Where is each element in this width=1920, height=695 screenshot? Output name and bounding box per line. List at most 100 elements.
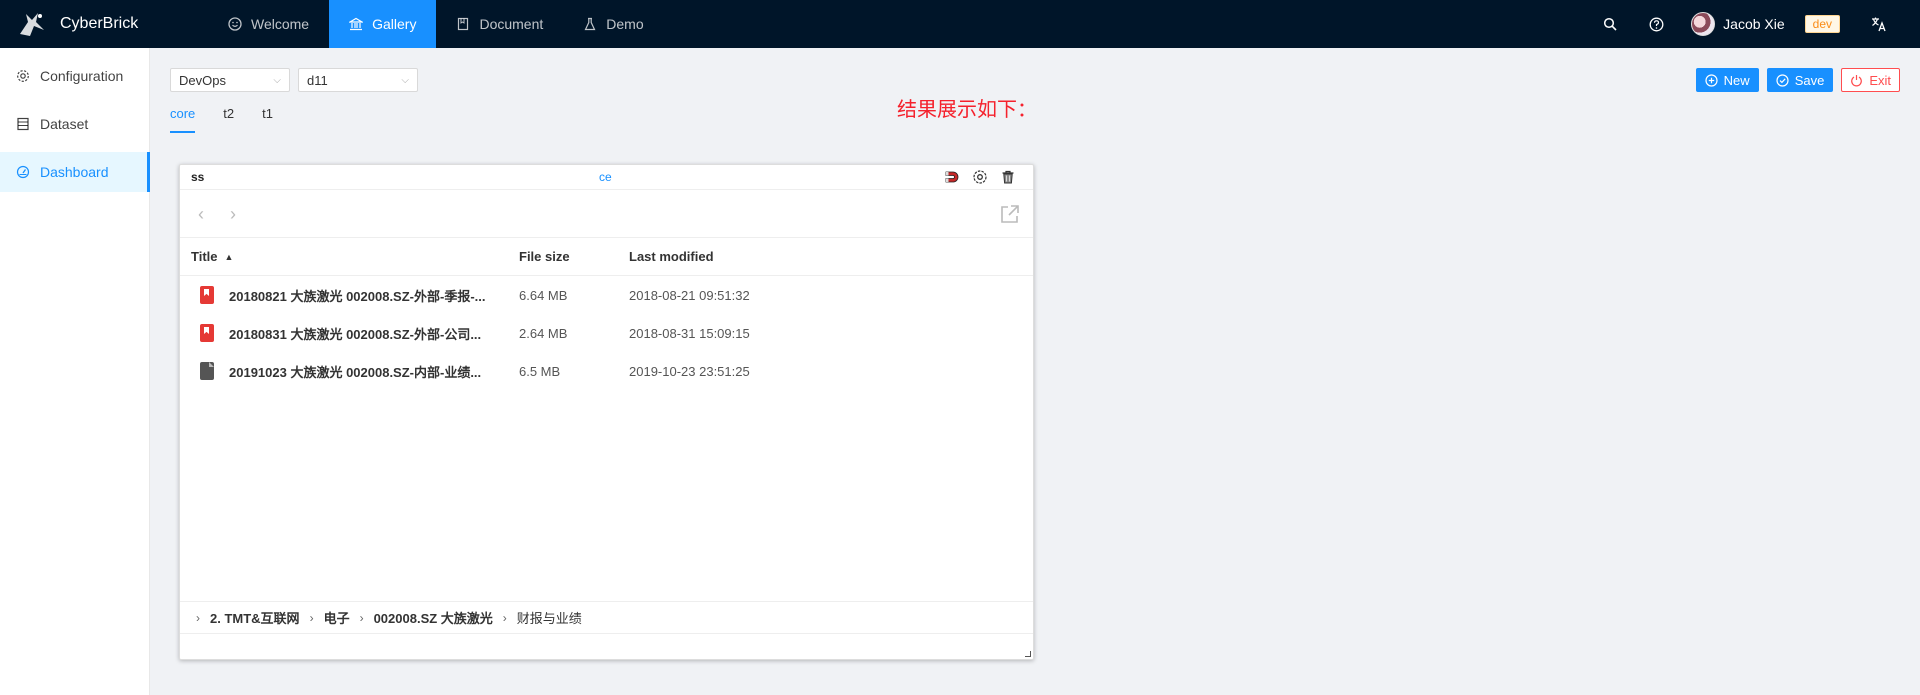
main-content: DevOps ⌵ d11 ⌵ core t2 t1 结果展示如下： New Sa… [151,48,1920,695]
dashboard-tabs: core t2 t1 [170,106,301,133]
table-row[interactable]: 20180831 大族激光 002008.SZ-外部-公司... 2.64 MB… [180,314,1033,352]
sidebar-item-dashboard[interactable]: Dashboard [0,152,150,192]
sidebar: Configuration Dataset Dashboard [0,48,150,695]
sidebar-item-label: Configuration [40,68,124,84]
smile-icon [228,17,242,31]
nav-gallery-label: Gallery [372,16,417,32]
app-name: CyberBrick [60,15,139,32]
panel-controls [933,168,1017,186]
flask-icon [584,17,596,31]
file-modified: 2018-08-31 15:09:15 [629,325,750,341]
plus-circle-icon [1705,73,1718,87]
file-title: 20191023 大族激光 002008.SZ-内部-业绩... [229,364,482,380]
dashboard-select-value: d11 [307,72,328,88]
category-select[interactable]: DevOps ⌵ [170,68,290,92]
database-icon [17,117,29,131]
chevron-right-icon[interactable]: › [196,611,200,625]
exit-button[interactable]: Exit [1841,68,1900,92]
settings-icon[interactable] [971,168,989,186]
nav-gallery[interactable]: Gallery [329,0,437,48]
sort-asc-icon: ▲ [224,251,234,262]
avatar [1691,12,1716,36]
file-title: 20180831 大族激光 002008.SZ-外部-公司... [229,326,482,342]
category-select-value: DevOps [179,72,226,88]
row-title-cell: 20180821 大族激光 002008.SZ-外部-季报-... [180,286,519,305]
file-size: 6.5 MB [519,363,561,379]
resize-handle[interactable] [1025,651,1031,657]
panel-center-label[interactable]: ce [599,170,612,184]
dashboard-icon [16,165,30,179]
file-title: 20180821 大族激光 002008.SZ-外部-季报-... [229,288,486,304]
row-title-cell: 20180831 大族激光 002008.SZ-外部-公司... [180,324,519,343]
file-modified: 2019-10-23 23:51:25 [629,363,750,379]
top-bar: CyberBrick Welcome Gallery Document Demo… [0,0,1920,48]
user-menu[interactable]: Jacob Xie [1679,0,1796,48]
pdf-file-icon [200,324,214,342]
translate-icon[interactable] [1856,0,1902,48]
nav-welcome[interactable]: Welcome [208,0,329,48]
file-size: 6.64 MB [519,287,568,303]
chevron-right-icon: › [309,610,314,625]
power-icon [1851,74,1863,86]
exit-button-label: Exit [1869,72,1891,88]
nav-document-label: Document [479,16,544,32]
document-file-icon [200,362,214,380]
table-row[interactable]: 20191023 大族激光 002008.SZ-内部-业绩... 6.5 MB … [180,352,1033,390]
column-size[interactable]: File size [519,249,629,264]
column-title[interactable]: Title ▲ [180,249,519,264]
panel-title: ss [191,170,205,184]
tab-t1[interactable]: t1 [262,106,273,133]
top-nav: Welcome Gallery Document Demo [208,0,664,48]
bank-icon [349,17,364,31]
pdf-file-icon [200,286,214,304]
breadcrumb-item[interactable]: 002008.SZ 大族激光 [374,608,493,627]
search-icon[interactable] [1587,0,1633,48]
nav-demo-label: Demo [606,16,644,32]
nav-demo[interactable]: Demo [563,0,663,48]
nav-welcome-label: Welcome [251,16,310,32]
nav-document[interactable]: Document [436,0,563,48]
sidebar-item-label: Dashboard [40,164,109,180]
panel-header: ss ce [180,165,1033,190]
breadcrumb-item[interactable]: 2. TMT&互联网 [210,608,300,627]
breadcrumb-item[interactable]: 财报与业绩 [517,608,582,627]
file-nav-row: ‹ › [180,190,1033,238]
magnet-icon[interactable] [943,168,961,186]
new-button-label: New [1723,72,1750,88]
column-title-label: Title [191,249,218,264]
breadcrumb: › 2. TMT&互联网 › 电子 › 002008.SZ 大族激光 › 财报与… [180,601,1033,634]
env-badge: dev [1804,15,1840,33]
external-link-icon[interactable] [999,203,1021,228]
result-note: 结果展示如下： [897,97,1037,121]
gear-icon [17,70,29,82]
top-right: Jacob Xie dev [1587,0,1920,48]
new-button[interactable]: New [1695,68,1759,92]
book-icon [458,17,469,31]
check-circle-icon [1776,73,1789,87]
column-modified[interactable]: Last modified [629,249,929,264]
sidebar-item-label: Dataset [40,116,89,132]
logo-icon [20,13,44,36]
table-row[interactable]: 20180821 大族激光 002008.SZ-外部-季报-... 6.64 M… [180,276,1033,314]
help-icon[interactable] [1633,0,1679,48]
chevron-right-icon: › [359,610,364,625]
sidebar-item-configuration[interactable]: Configuration [0,56,149,96]
back-icon[interactable]: ‹ [198,204,204,225]
dashboard-select[interactable]: d11 ⌵ [298,68,418,92]
save-button-label: Save [1794,72,1825,88]
forward-icon[interactable]: › [230,204,236,225]
tab-core[interactable]: core [170,106,196,133]
sidebar-item-dataset[interactable]: Dataset [0,104,149,144]
tab-t2[interactable]: t2 [223,106,234,133]
chevron-down-icon: ⌵ [401,74,409,86]
breadcrumb-item[interactable]: 电子 [324,608,350,627]
chevron-down-icon: ⌵ [273,74,281,86]
row-title-cell: 20191023 大族激光 002008.SZ-内部-业绩... [180,362,519,381]
save-button[interactable]: Save [1766,68,1834,92]
user-name: Jacob Xie [1723,16,1785,32]
trash-icon[interactable] [999,168,1017,186]
toolbar-actions: New Save Exit [1688,68,1900,92]
file-modified: 2018-08-21 09:51:32 [629,287,750,303]
file-table-header: Title ▲ File size Last modified [180,238,1033,276]
brand[interactable]: CyberBrick [0,0,208,48]
